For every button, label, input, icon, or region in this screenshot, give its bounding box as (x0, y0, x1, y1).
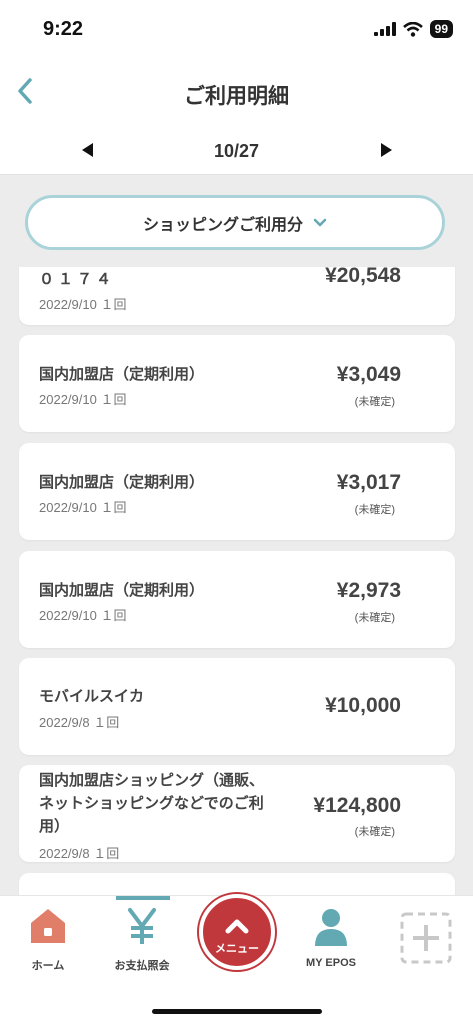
category-dropdown[interactable]: ショッピングご利用分 (25, 195, 445, 250)
active-tab-indicator (116, 896, 170, 900)
menu-button[interactable]: メニュー (199, 894, 275, 970)
tab-bar: ホーム お支払照会 メニュー MY EPOS (0, 894, 473, 1025)
transaction-card[interactable]: ０１７４ 2022/9/10 １回 ¥20,548 (19, 267, 455, 325)
transaction-date: 2022/9/8 (39, 715, 90, 730)
transaction-name: ０１７４ (39, 271, 116, 288)
transaction-date: 2022/9/10 (39, 392, 97, 407)
transaction-name-line: 国内加盟店ショッピング（通販、 (39, 772, 265, 789)
transaction-date: 2022/9/10 (39, 500, 97, 515)
transaction-card[interactable]: 国内加盟店ショッピング（通販、 ネットショッピングなどでのご利 用） 2022/… (19, 765, 455, 862)
transaction-card[interactable]: 国内加盟店（定期利用） 2022/9/10 １回 ¥2,973 (未確定) (19, 551, 455, 648)
plus-icon (400, 912, 452, 964)
transaction-count: １回 (100, 608, 127, 623)
transaction-count: １回 (93, 846, 120, 861)
transaction-count: １回 (93, 715, 120, 730)
page-indicator: 10/27 (213, 141, 260, 161)
header: ご利用明細 (0, 60, 473, 128)
transaction-date-line: 2022/9/10 １回 (39, 294, 126, 313)
transaction-status: (未確定) (354, 396, 395, 408)
page-title: ご利用明細 (184, 85, 289, 108)
wifi-icon (402, 21, 423, 37)
transaction-card[interactable] (19, 873, 455, 895)
yen-icon (128, 908, 156, 944)
transaction-card[interactable]: モバイルスイカ 2022/9/8 １回 ¥10,000 (19, 658, 455, 755)
tab-my-epos[interactable]: MY EPOS (286, 906, 376, 969)
battery-icon: 99 (429, 20, 453, 38)
status-time: 9:22 (43, 18, 84, 40)
transaction-amount: ¥124,800 (313, 794, 401, 817)
transaction-status: (未確定) (354, 826, 395, 838)
month-pager: 10/27 (0, 128, 473, 175)
add-shortcut-button[interactable] (400, 912, 452, 964)
transaction-status: (未確定) (354, 504, 395, 516)
transaction-amount: ¥3,049 (336, 363, 401, 386)
status-bar: 9:22 99 (0, 0, 473, 60)
category-label: ショッピングご利用分 (142, 216, 303, 234)
transaction-name: 国内加盟店（定期利用） (39, 366, 205, 383)
transaction-card[interactable]: 国内加盟店（定期利用） 2022/9/10 １回 ¥3,049 (未確定) (19, 335, 455, 432)
transaction-date-line: 2022/9/10 １回 (39, 389, 126, 408)
tab-home[interactable]: ホーム (3, 906, 93, 973)
transaction-date-line: 2022/9/8 １回 (39, 712, 119, 731)
next-page-button[interactable] (376, 140, 396, 160)
transaction-name: 国内加盟店（定期利用） (39, 474, 205, 491)
home-icon (31, 909, 65, 943)
transaction-name-line: ネットショッピングなどでのご利 (39, 795, 264, 812)
transaction-count: １回 (100, 392, 127, 407)
transaction-date: 2022/9/10 (39, 297, 97, 312)
transaction-date-line: 2022/9/10 １回 (39, 605, 126, 624)
tab-label: MY EPOS (306, 957, 356, 969)
tab-label: ホーム (31, 960, 65, 972)
tab-payment-inquiry[interactable]: お支払照会 (97, 906, 187, 973)
transaction-name: 国内加盟店（定期利用） (39, 582, 205, 599)
transaction-amount: ¥3,017 (336, 471, 401, 494)
status-icons: 99 (373, 20, 453, 38)
person-icon (315, 909, 347, 946)
signal-icon (373, 22, 396, 36)
transaction-date-line: 2022/9/8 １回 (39, 843, 119, 862)
menu-label: メニュー (215, 943, 259, 955)
tab-label: お支払照会 (114, 960, 170, 972)
transaction-name: モバイルスイカ (39, 688, 145, 705)
transaction-name: 国内加盟店ショッピング（通販、 ネットショッピングなどでのご利 用） (39, 769, 309, 838)
transaction-status: (未確定) (354, 612, 395, 624)
transaction-name-line: 用） (39, 818, 70, 835)
transaction-amount: ¥10,000 (325, 694, 401, 717)
transaction-count: １回 (100, 500, 127, 515)
transaction-count: １回 (100, 297, 127, 312)
content-area: ショッピングご利用分 ０１７４ 2022/9/10 １回 ¥20,548 国内加… (0, 175, 473, 895)
transaction-amount: ¥20,548 (325, 267, 401, 287)
transaction-date-line: 2022/9/10 １回 (39, 497, 126, 516)
transaction-amount: ¥2,973 (336, 579, 401, 602)
transaction-list: ０１７４ 2022/9/10 １回 ¥20,548 国内加盟店（定期利用） 20… (0, 267, 473, 895)
transaction-date: 2022/9/10 (39, 608, 97, 623)
chevron-up-icon (225, 919, 249, 934)
chevron-down-icon (313, 218, 327, 226)
transaction-date: 2022/9/8 (39, 846, 90, 861)
home-indicator (152, 1009, 322, 1014)
transaction-card[interactable]: 国内加盟店（定期利用） 2022/9/10 １回 ¥3,017 (未確定) (19, 443, 455, 540)
